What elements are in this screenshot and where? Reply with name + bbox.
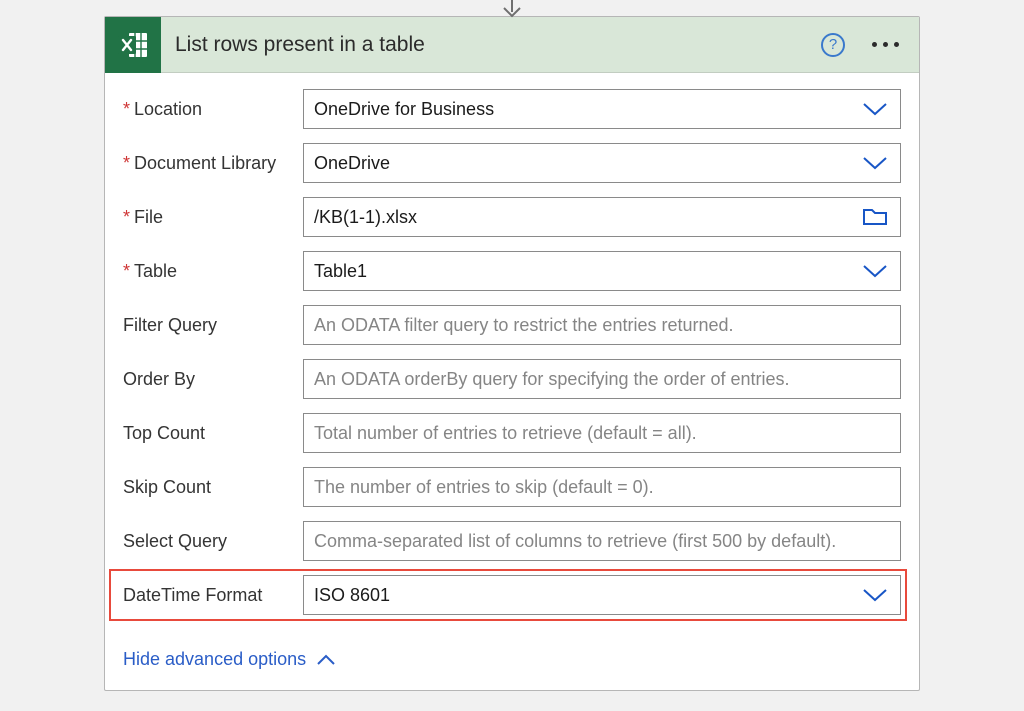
- skip-count-label: Skip Count: [123, 477, 303, 498]
- order-by-input[interactable]: [314, 360, 890, 398]
- order-by-field[interactable]: [303, 359, 901, 399]
- card-title: List rows present in a table: [161, 33, 821, 57]
- chevron-down-icon: [862, 156, 888, 170]
- document-library-dropdown[interactable]: [303, 143, 901, 183]
- table-input[interactable]: [314, 252, 890, 290]
- excel-icon: [105, 17, 161, 73]
- document-library-label: Document Library: [123, 153, 303, 174]
- chevron-up-icon: [316, 654, 336, 666]
- file-picker[interactable]: [303, 197, 901, 237]
- skip-count-input[interactable]: [314, 468, 890, 506]
- datetime-format-dropdown[interactable]: [303, 575, 901, 615]
- action-card: List rows present in a table ? Location …: [104, 16, 920, 691]
- location-input[interactable]: [314, 90, 890, 128]
- filter-query-field[interactable]: [303, 305, 901, 345]
- toggle-advanced-label: Hide advanced options: [123, 649, 306, 670]
- top-count-label: Top Count: [123, 423, 303, 444]
- skip-count-field[interactable]: [303, 467, 901, 507]
- file-label: File: [123, 207, 303, 228]
- file-input[interactable]: [314, 198, 890, 236]
- chevron-down-icon: [862, 264, 888, 278]
- table-label: Table: [123, 261, 303, 282]
- chevron-down-icon: [862, 102, 888, 116]
- order-by-label: Order By: [123, 369, 303, 390]
- select-query-input[interactable]: [314, 522, 890, 560]
- select-query-label: Select Query: [123, 531, 303, 552]
- datetime-format-row: DateTime Format: [123, 575, 901, 615]
- top-count-input[interactable]: [314, 414, 890, 452]
- help-button[interactable]: ?: [821, 33, 845, 57]
- location-label: Location: [123, 99, 303, 120]
- more-menu-button[interactable]: [865, 25, 905, 65]
- top-count-field[interactable]: [303, 413, 901, 453]
- card-header[interactable]: List rows present in a table ?: [105, 17, 919, 73]
- table-dropdown[interactable]: [303, 251, 901, 291]
- filter-query-label: Filter Query: [123, 315, 303, 336]
- select-query-field[interactable]: [303, 521, 901, 561]
- location-dropdown[interactable]: [303, 89, 901, 129]
- card-body: Location Document Library: [105, 73, 919, 690]
- filter-query-input[interactable]: [314, 306, 890, 344]
- toggle-advanced-options[interactable]: Hide advanced options: [123, 649, 336, 670]
- datetime-format-input[interactable]: [314, 576, 890, 614]
- datetime-format-label: DateTime Format: [123, 585, 303, 606]
- folder-icon[interactable]: [862, 207, 888, 227]
- document-library-input[interactable]: [314, 144, 890, 182]
- chevron-down-icon: [862, 588, 888, 602]
